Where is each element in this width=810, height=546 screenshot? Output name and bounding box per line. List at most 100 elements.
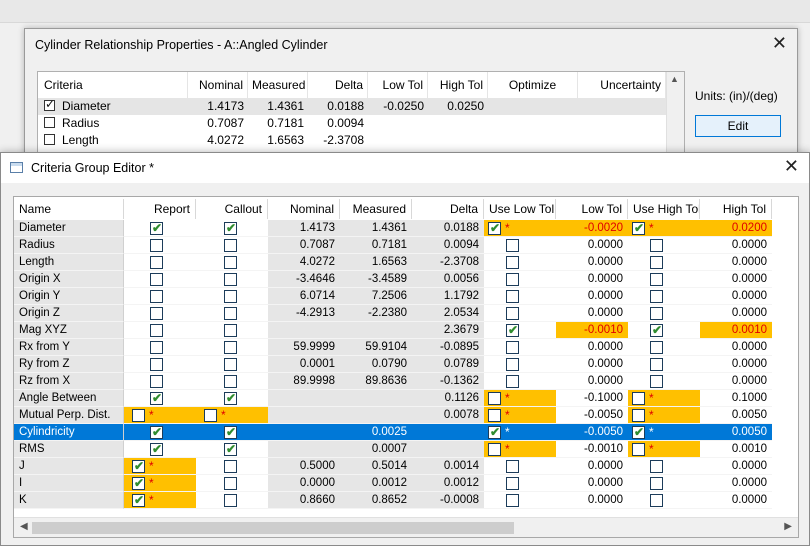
checkbox[interactable] — [150, 375, 163, 388]
cell-use-high-tol[interactable]: * — [628, 390, 700, 407]
cell-callout[interactable] — [196, 356, 268, 373]
cell-report[interactable] — [124, 373, 196, 390]
checkbox[interactable] — [632, 409, 645, 422]
row-checkbox[interactable]: ✓ — [44, 97, 55, 111]
cell-high-tol[interactable]: 0.1000 — [700, 390, 772, 407]
checkbox[interactable] — [224, 358, 237, 371]
cell-use-high-tol[interactable] — [628, 237, 700, 254]
checkbox[interactable] — [150, 324, 163, 337]
checkbox[interactable] — [150, 358, 163, 371]
cell-high-tol[interactable]: 0.0000 — [700, 305, 772, 322]
column-header[interactable]: Measured — [248, 72, 308, 98]
checkbox[interactable] — [224, 460, 237, 473]
checkbox[interactable] — [650, 460, 663, 473]
column-header[interactable]: Low Tol — [368, 72, 428, 98]
cell-high-tol[interactable]: 0.0010 — [700, 322, 772, 339]
cell-low-tol[interactable]: 0.0000 — [556, 356, 628, 373]
checkbox[interactable] — [650, 341, 663, 354]
checkbox[interactable] — [506, 494, 519, 507]
checkbox[interactable]: ✔ — [150, 221, 163, 235]
cell-callout[interactable]: ✔ — [196, 441, 268, 458]
column-header[interactable]: Criteria — [38, 72, 188, 98]
cell-high-tol[interactable]: 0.0000 — [700, 254, 772, 271]
cell-use-low-tol[interactable] — [484, 254, 556, 271]
table-row[interactable]: K ✔ * 0.8660 0.8652 -0.0008 0.0000 0.0000 — [14, 492, 798, 509]
cell-callout[interactable] — [196, 339, 268, 356]
cell-high-tol[interactable]: 0.0050 — [700, 407, 772, 424]
cell-use-low-tol[interactable] — [484, 237, 556, 254]
checkbox[interactable] — [650, 256, 663, 269]
cell-callout[interactable] — [196, 322, 268, 339]
checkbox[interactable] — [650, 290, 663, 303]
cell-high-tol[interactable]: 0.0000 — [700, 458, 772, 475]
cell-callout[interactable] — [196, 271, 268, 288]
cell-use-low-tol[interactable] — [484, 339, 556, 356]
column-header[interactable]: Nominal — [188, 72, 248, 98]
cell-low-tol[interactable]: 0.0000 — [556, 339, 628, 356]
checkbox[interactable] — [224, 273, 237, 286]
checkbox[interactable] — [506, 239, 519, 252]
cell-use-high-tol[interactable] — [628, 475, 700, 492]
table-row[interactable]: RMS ✔ ✔ 0.0007 * -0.0010 * 0.0010 — [14, 441, 798, 458]
cell-use-low-tol[interactable] — [484, 492, 556, 509]
cell-report[interactable] — [124, 339, 196, 356]
checkbox[interactable]: ✔ — [650, 323, 663, 337]
cell-callout[interactable]: ✔ — [196, 390, 268, 407]
cell-low-tol[interactable]: 0.0000 — [556, 305, 628, 322]
table-row[interactable]: Angle Between ✔ ✔ 0.1126 * -0.1000 * 0.1000 — [14, 390, 798, 407]
column-header[interactable]: High Tol — [428, 72, 488, 98]
edit-button[interactable]: Edit — [695, 115, 781, 137]
cell-use-low-tol[interactable]: * — [484, 441, 556, 458]
checkbox[interactable] — [224, 256, 237, 269]
column-header[interactable]: Report — [124, 199, 196, 219]
cell-callout[interactable]: * — [196, 407, 268, 424]
row-checkbox[interactable] — [44, 134, 55, 145]
column-header[interactable]: Delta — [412, 199, 484, 219]
cell-high-tol[interactable]: 0.0000 — [700, 271, 772, 288]
cell-use-high-tol[interactable] — [628, 254, 700, 271]
cell-high-tol[interactable]: 0.0000 — [700, 356, 772, 373]
column-header[interactable]: Use Low Tol — [484, 199, 556, 219]
checkbox[interactable] — [224, 307, 237, 320]
cell-high-tol[interactable]: 0.0000 — [700, 237, 772, 254]
checkbox[interactable] — [204, 409, 217, 422]
cell-callout[interactable] — [196, 288, 268, 305]
checkbox[interactable] — [224, 375, 237, 388]
scroll-right-icon[interactable]: ▶ — [784, 521, 792, 532]
checkbox[interactable]: ✔ — [632, 425, 645, 439]
table-row[interactable]: Length 4.0272 1.6563 -2.3708 — [38, 132, 666, 149]
cell-report[interactable] — [124, 254, 196, 271]
column-header[interactable]: High Tol — [700, 199, 772, 219]
checkbox[interactable] — [650, 494, 663, 507]
checkbox[interactable] — [506, 256, 519, 269]
close-icon[interactable]: ✕ — [772, 33, 787, 54]
checkbox[interactable]: ✔ — [150, 442, 163, 456]
scroll-left-icon[interactable]: ◀ — [20, 521, 28, 532]
table-row[interactable]: J ✔ * 0.5000 0.5014 0.0014 0.0000 0.0000 — [14, 458, 798, 475]
checkbox[interactable] — [150, 256, 163, 269]
checkbox[interactable] — [488, 443, 501, 456]
checkbox[interactable] — [150, 290, 163, 303]
checkbox[interactable] — [650, 358, 663, 371]
checkbox[interactable] — [150, 341, 163, 354]
cell-report[interactable]: ✔ — [124, 390, 196, 407]
cell-low-tol[interactable]: 0.0000 — [556, 288, 628, 305]
checkbox[interactable] — [506, 273, 519, 286]
cell-callout[interactable]: ✔ — [196, 220, 268, 237]
column-header[interactable]: Low Tol — [556, 199, 628, 219]
scrollbar-thumb[interactable] — [32, 522, 514, 534]
horizontal-scrollbar[interactable]: ◀ ▶ — [14, 517, 798, 537]
checkbox[interactable] — [150, 307, 163, 320]
checkbox[interactable] — [506, 341, 519, 354]
cell-use-low-tol[interactable] — [484, 373, 556, 390]
cell-report[interactable]: ✔ * — [124, 492, 196, 509]
cell-use-low-tol[interactable] — [484, 475, 556, 492]
checkbox[interactable] — [224, 341, 237, 354]
cell-use-high-tol[interactable]: ✔ * — [628, 424, 700, 441]
table-row[interactable]: Length 4.0272 1.6563 -2.3708 0.0000 0.0000 — [14, 254, 798, 271]
checkbox[interactable] — [224, 239, 237, 252]
table-row[interactable]: Rx from Y 59.9999 59.9104 -0.0895 0.0000 0.00… — [14, 339, 798, 356]
cell-report[interactable]: ✔ — [124, 424, 196, 441]
cell-use-low-tol[interactable]: ✔ * — [484, 424, 556, 441]
column-header[interactable]: Nominal — [268, 199, 340, 219]
